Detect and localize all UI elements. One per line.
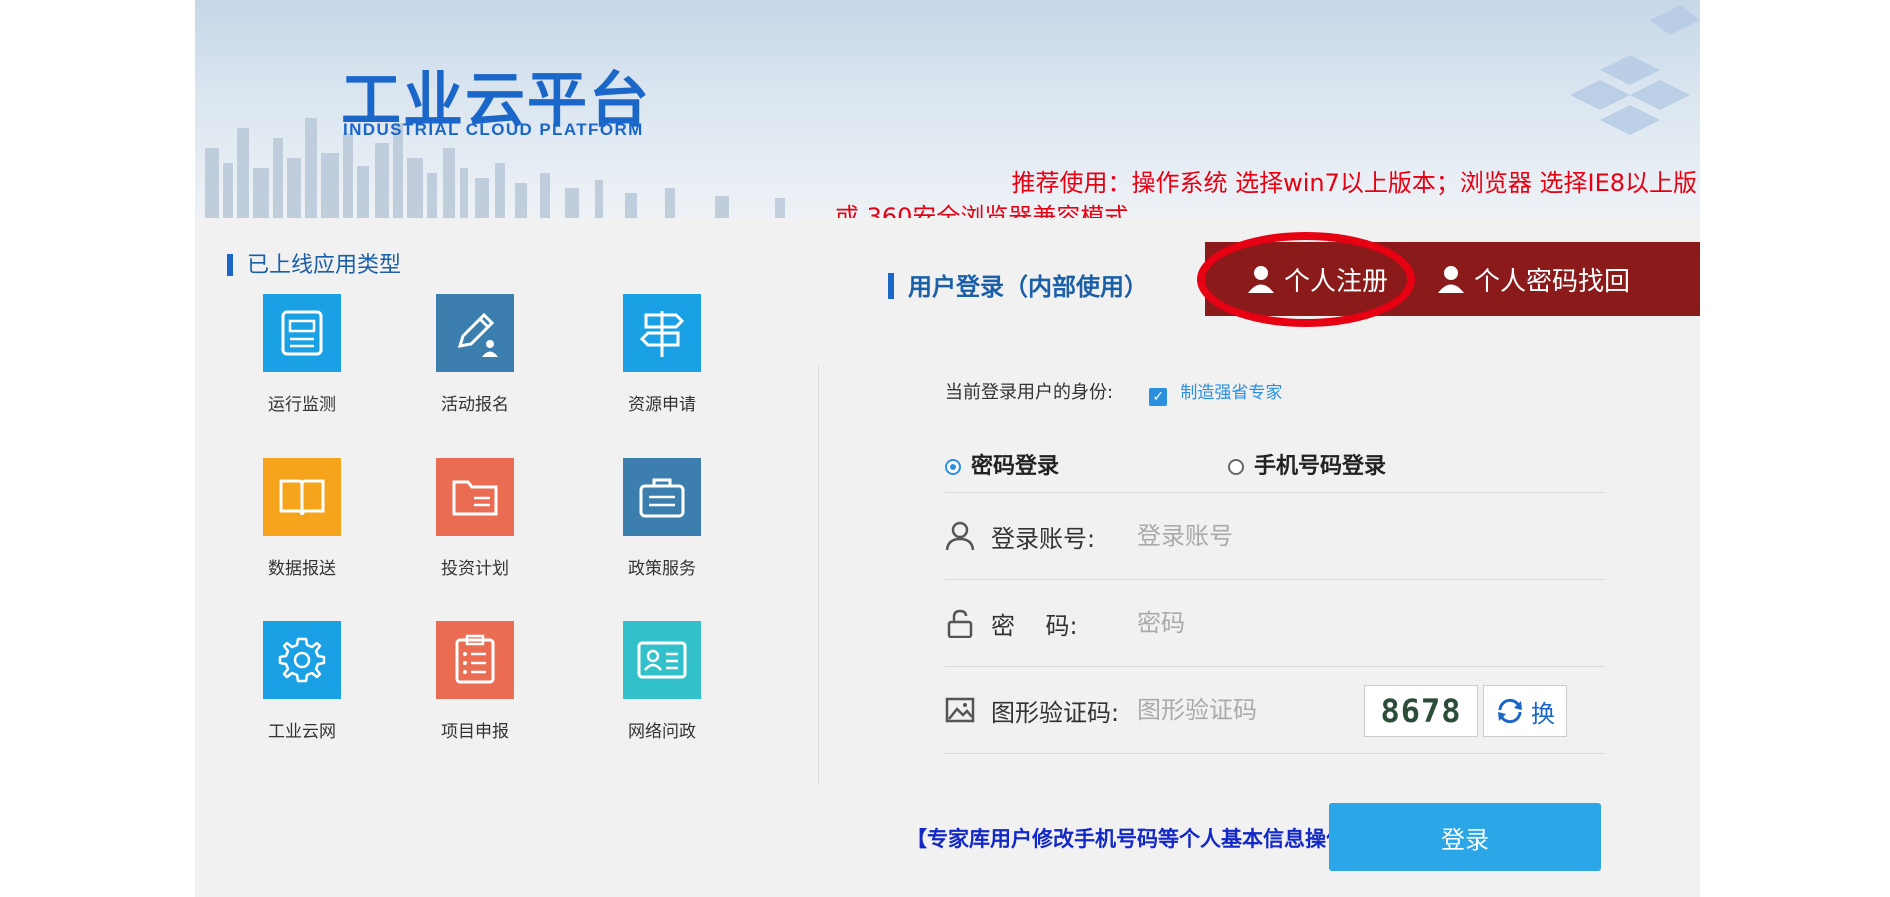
login-title-text: 用户登录（内部使用） [908,273,1148,301]
user-icon [1248,266,1274,293]
apps-section-title: 已上线应用类型 [227,247,401,279]
id-card-icon [623,621,701,699]
password-label: 密 码: [991,612,1078,640]
lock-icon [947,609,973,638]
password-row: 密 码: [945,580,1605,667]
image-icon [945,697,975,723]
browser-notice-line2: 或 360安全浏览器兼容模式 [835,203,1129,218]
radio-selected [945,459,961,475]
tab-recover-label: 个人密码找回 [1474,266,1631,297]
column-divider [818,365,819,785]
app-data-report[interactable]: 数据报送 [227,458,377,579]
app-label: 资源申请 [628,395,696,415]
account-row: 登录账号: [945,493,1605,580]
app-policy-service[interactable]: 政策服务 [587,458,737,579]
app-online-inquiry[interactable]: 网络问政 [587,621,737,742]
password-input[interactable] [1135,598,1539,648]
captcha-input[interactable] [1135,685,1359,735]
identity-option-label: 制造强省专家 [1180,383,1283,403]
identity-label: 当前登录用户的身份: [945,382,1114,403]
tab-register-label: 个人注册 [1284,266,1389,297]
tab-password-recovery[interactable]: 个人密码找回 [1436,242,1630,316]
page: 工业云平台 INDUSTRIAL CLOUD PLATFORM 推荐使用：操作系… [195,0,1700,897]
captcha-image[interactable]: 8678 [1364,685,1478,737]
app-label: 数据报送 [268,559,336,579]
captcha-refresh-button[interactable]: 换 [1483,685,1567,737]
header-banner: 工业云平台 INDUSTRIAL CLOUD PLATFORM 推荐使用：操作系… [195,0,1700,218]
app-label: 活动报名 [441,395,509,415]
phone-login-option[interactable]: 手机号码登录 [1228,448,1386,480]
app-industrial-cloud-net[interactable]: 工业云网 [227,621,377,742]
captcha-row: 图形验证码: 8678 换 [945,667,1605,754]
account-input[interactable] [1135,511,1539,561]
login-mode-row: 密码登录 手机号码登录 [945,448,1605,480]
identity-checkbox[interactable]: ✓ [1149,388,1168,406]
tab-personal-register[interactable]: 个人注册 [1246,242,1388,316]
login-tabs: 个人注册 个人密码找回 [1205,242,1700,316]
app-label: 运行监测 [268,395,336,415]
app-resource-request[interactable]: 资源申请 [587,294,737,415]
title-marker [227,254,233,276]
refresh-label: 换 [1531,699,1555,728]
login-title: 用户登录（内部使用） [888,267,1148,302]
pencil-user-icon [436,294,514,372]
captcha-label: 图形验证码: [991,699,1120,727]
identity-row: 当前登录用户的身份: ✓ 制造强省专家 [945,378,1282,406]
app-label: 网络问政 [628,722,696,742]
app-label: 项目申报 [441,722,509,742]
logo-subtitle: INDUSTRIAL CLOUD PLATFORM [343,120,644,139]
app-monitoring[interactable]: 运行监测 [227,294,377,415]
clipboard-list-icon [436,621,514,699]
refresh-icon [1498,698,1522,724]
app-label: 工业云网 [268,722,336,742]
user-icon [1438,266,1464,293]
password-login-option[interactable]: 密码登录 [945,454,1059,479]
browser-notice: 推荐使用：操作系统 选择win7以上版本；浏览器 选择IE8以上版 [1011,169,1697,197]
apps-section-title-text: 已上线应用类型 [247,253,402,278]
folder-icon [436,458,514,536]
account-label: 登录账号: [991,525,1096,553]
phone-login-label: 手机号码登录 [1254,454,1387,479]
briefcase-icon [623,458,701,536]
book-icon [263,458,341,536]
app-project-application[interactable]: 项目申报 [400,621,550,742]
title-marker [888,273,894,299]
monitor-icon [263,294,341,372]
gear-icon [263,621,341,699]
app-investment-plan[interactable]: 投资计划 [400,458,550,579]
signpost-icon [623,294,701,372]
radio-unselected [1228,459,1244,475]
app-event-signup[interactable]: 活动报名 [400,294,550,415]
app-label: 投资计划 [441,559,509,579]
app-label: 政策服务 [628,559,696,579]
password-login-label: 密码登录 [971,454,1060,479]
user-outline-icon [945,521,975,551]
login-button[interactable]: 登录 [1329,803,1601,871]
